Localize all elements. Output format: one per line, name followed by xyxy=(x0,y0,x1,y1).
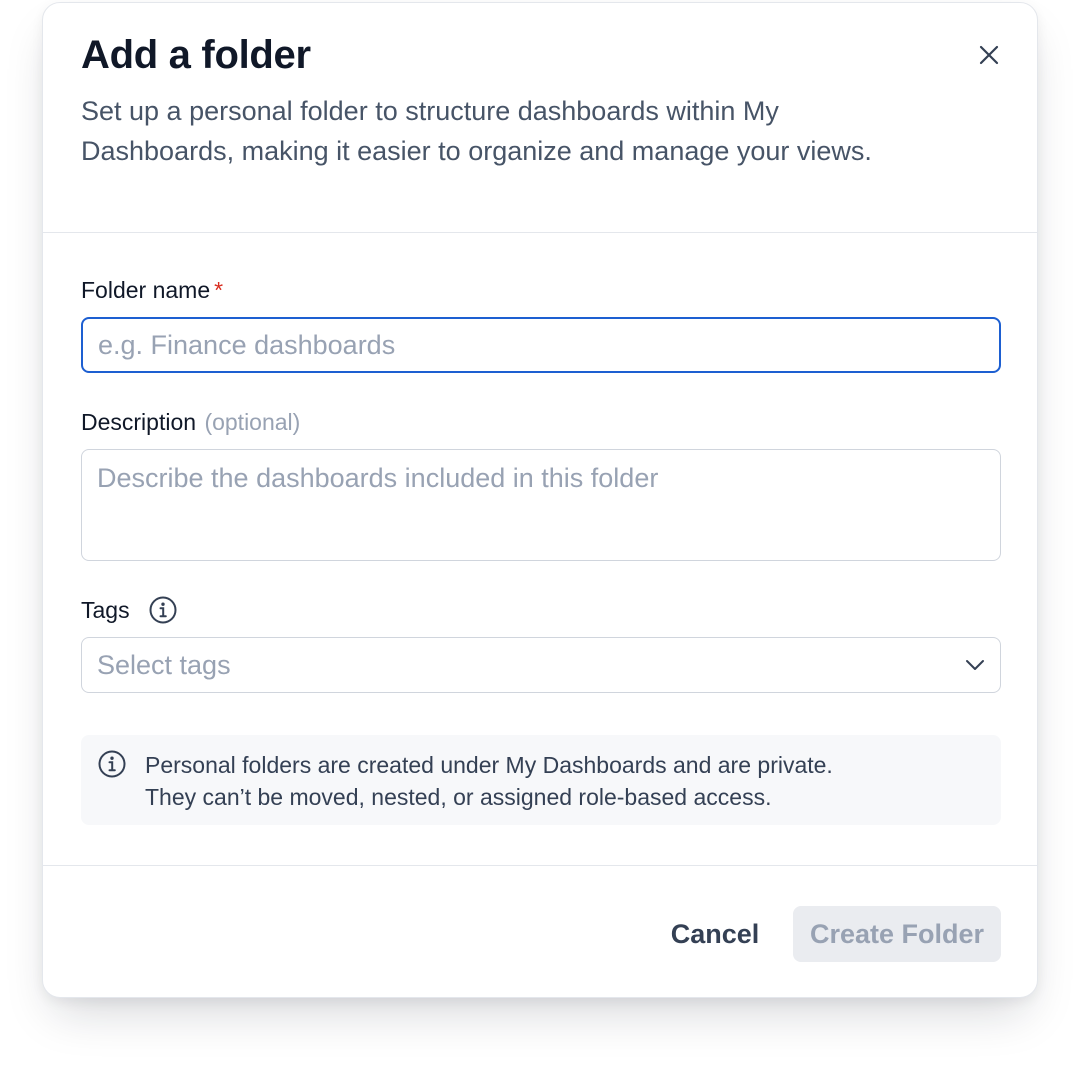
close-icon xyxy=(979,45,999,65)
description-label-text: Description xyxy=(81,409,197,435)
cancel-button[interactable]: Cancel xyxy=(659,906,771,962)
folder-name-label: Folder name * xyxy=(81,275,223,305)
tags-select-placeholder: Select tags xyxy=(97,649,231,680)
dialog-header: Add a folder Set up a personal folder to… xyxy=(43,3,1037,233)
folder-name-label-text: Folder name xyxy=(81,277,211,303)
info-icon[interactable] xyxy=(148,595,178,625)
add-folder-dialog: Add a folder Set up a personal folder to… xyxy=(42,2,1038,998)
notice-text: Personal folders are created under My Da… xyxy=(145,749,985,813)
notice-line-1: Personal folders are created under My Da… xyxy=(145,752,833,778)
tags-select[interactable]: Select tags xyxy=(81,637,1001,693)
optional-hint: (optional) xyxy=(204,409,301,435)
notice-line-2: They can’t be moved, nested, or assigned… xyxy=(145,784,772,810)
notice-box: Personal folders are created under My Da… xyxy=(81,735,1001,825)
dialog-title: Add a folder xyxy=(81,33,311,77)
description-textarea[interactable] xyxy=(81,449,1001,561)
create-folder-button[interactable]: Create Folder xyxy=(793,906,1001,962)
folder-name-input[interactable] xyxy=(81,317,1001,373)
description-label: Description (optional) xyxy=(81,407,300,437)
tags-label-text: Tags xyxy=(81,597,130,623)
tags-label: Tags xyxy=(81,595,178,625)
chevron-down-icon xyxy=(966,660,984,670)
required-indicator: * xyxy=(214,277,224,303)
info-icon xyxy=(98,750,126,778)
dialog-footer: Cancel Create Folder xyxy=(43,865,1037,997)
close-button[interactable] xyxy=(969,35,1009,75)
dialog-subtitle: Set up a personal folder to structure da… xyxy=(81,96,872,166)
